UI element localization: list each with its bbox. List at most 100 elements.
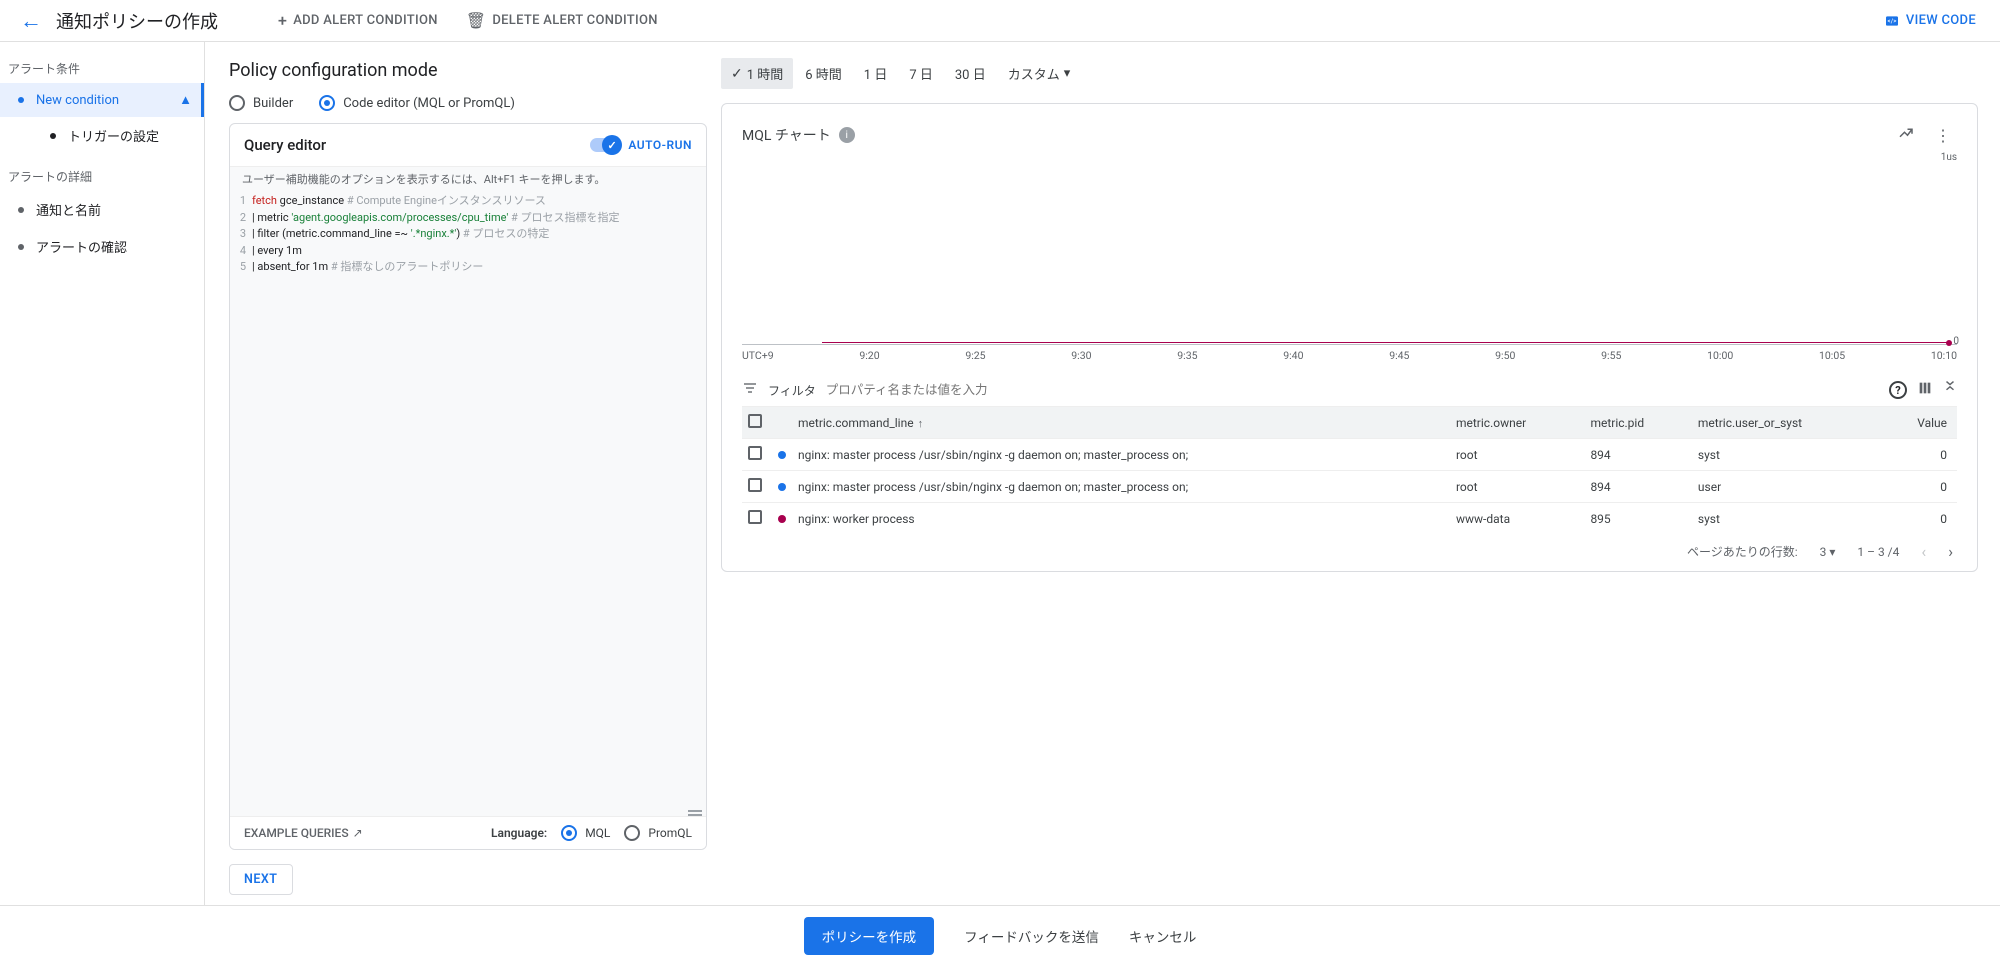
column-header[interactable]: metric.command_line↑ xyxy=(792,407,1450,439)
filter-label: フィルタ xyxy=(768,382,816,399)
bullet-icon xyxy=(18,207,24,213)
svg-text:</>: </> xyxy=(1887,18,1896,25)
data-table: metric.command_line↑metric.ownermetric.p… xyxy=(742,407,1957,534)
share-icon[interactable] xyxy=(1891,122,1921,148)
radio-code-editor[interactable]: Code editor (MQL or PromQL) xyxy=(319,95,515,111)
radio-icon xyxy=(624,825,640,841)
time-pill[interactable]: 1 日 xyxy=(854,58,898,89)
add-alert-condition-label: ADD ALERT CONDITION xyxy=(293,13,438,28)
time-pill[interactable]: 30 日 xyxy=(945,58,996,89)
sidebar-item-alert-confirm[interactable]: アラートの確認 xyxy=(0,228,204,265)
cell-owner: www-data xyxy=(1450,503,1584,535)
x-tick: 9:55 xyxy=(1601,349,1621,362)
sidebar-item-label: トリガーの設定 xyxy=(68,126,159,145)
x-tick: 10:00 xyxy=(1707,349,1733,362)
example-queries-link[interactable]: EXAMPLE QUERIES ↗ xyxy=(244,826,363,840)
sidebar-item-label: 通知と名前 xyxy=(36,200,101,219)
more-vert-icon[interactable]: ⋮ xyxy=(1929,124,1957,147)
code-line: 3| filter (metric.command_line =~ '.*ngi… xyxy=(230,226,706,243)
rows-per-page-value: 3 xyxy=(1820,545,1827,559)
cell-user-or-syst: syst xyxy=(1692,439,1882,471)
pager-next-icon[interactable]: › xyxy=(1948,542,1953,561)
cell-user-or-syst: syst xyxy=(1692,503,1882,535)
time-range-selector: ✓1 時間6 時間1 日7 日30 日カスタム ▾ xyxy=(721,58,1978,89)
delete-alert-condition-button[interactable]: 🗑 DELETE ALERT CONDITION xyxy=(466,11,658,30)
series-color-icon xyxy=(778,515,786,523)
sidebar-section-details: アラートの詳細 xyxy=(0,164,204,191)
back-arrow-icon[interactable]: ← xyxy=(20,8,42,34)
pager-prev-icon[interactable]: ‹ xyxy=(1921,542,1926,561)
series-color-icon xyxy=(778,483,786,491)
checkbox[interactable] xyxy=(748,446,762,460)
sidebar-item-new-condition[interactable]: New condition ▲ xyxy=(0,83,204,117)
sidebar-item-notification-name[interactable]: 通知と名前 xyxy=(0,191,204,228)
autorun-toggle[interactable]: ✓ AUTO-RUN xyxy=(590,138,692,152)
columns-icon[interactable] xyxy=(1917,380,1933,400)
radio-icon xyxy=(319,95,335,111)
accessibility-hint: ユーザー補助機能のオプションを表示するには、Alt+F1 キーを押します。 xyxy=(230,166,706,191)
rows-per-page-select[interactable]: 3 ▾ xyxy=(1820,545,1836,559)
column-header[interactable]: metric.user_or_syst xyxy=(1692,407,1882,439)
query-editor-title: Query editor xyxy=(244,136,326,154)
example-queries-label: EXAMPLE QUERIES xyxy=(244,826,349,840)
chart-plot[interactable]: 0 xyxy=(742,167,1957,345)
cancel-button[interactable]: キャンセル xyxy=(1129,926,1197,946)
table-row[interactable]: nginx: worker processwww-data895syst0 xyxy=(742,503,1957,535)
help-icon[interactable]: ? xyxy=(1889,381,1907,399)
collapse-icon[interactable] xyxy=(1943,381,1957,399)
top-header: ← 通知ポリシーの作成 + ADD ALERT CONDITION 🗑 DELE… xyxy=(0,0,2000,42)
x-tick: 9:35 xyxy=(1177,349,1197,362)
next-button[interactable]: NEXT xyxy=(229,864,293,895)
chart-card: MQL チャート i ⋮ 1us 0 UTC+99:209:259:309:35… xyxy=(721,103,1978,572)
column-header[interactable]: Value xyxy=(1882,407,1957,439)
cell-value: 0 xyxy=(1882,471,1957,503)
time-pill[interactable]: ✓1 時間 xyxy=(721,58,793,89)
footer: ポリシーを作成 フィードバックを送信 キャンセル xyxy=(0,905,2000,965)
x-axis: UTC+99:209:259:309:359:409:459:509:5510:… xyxy=(742,345,1957,372)
switch-icon: ✓ xyxy=(590,138,620,152)
sidebar-item-label: アラートの確認 xyxy=(36,237,127,256)
radio-builder[interactable]: Builder xyxy=(229,95,293,111)
table-row[interactable]: nginx: master process /usr/sbin/nginx -g… xyxy=(742,471,1957,503)
cell-user-or-syst: user xyxy=(1692,471,1882,503)
radio-label: Builder xyxy=(253,96,293,111)
column-header[interactable]: metric.owner xyxy=(1450,407,1584,439)
trash-icon: 🗑 xyxy=(466,11,487,30)
cell-pid: 894 xyxy=(1584,439,1691,471)
cell-pid: 894 xyxy=(1584,471,1691,503)
checkbox[interactable] xyxy=(748,414,762,428)
radio-lang-promql[interactable]: PromQL xyxy=(624,825,692,841)
time-pill[interactable]: 6 時間 xyxy=(795,58,852,89)
filter-input[interactable] xyxy=(826,383,1046,398)
radio-icon xyxy=(229,95,245,111)
send-feedback-button[interactable]: フィードバックを送信 xyxy=(964,926,1099,946)
sidebar-item-trigger-config[interactable]: トリガーの設定 xyxy=(0,117,204,154)
radio-label: MQL xyxy=(585,826,610,840)
external-link-icon: ↗ xyxy=(353,826,363,840)
cell-command-line: nginx: master process /usr/sbin/nginx -g… xyxy=(792,471,1450,503)
info-icon[interactable]: i xyxy=(839,127,855,143)
column-header[interactable]: metric.pid xyxy=(1584,407,1691,439)
sidebar-item-label: New condition xyxy=(36,93,119,108)
sort-asc-icon: ↑ xyxy=(918,417,924,430)
checkbox[interactable] xyxy=(748,478,762,492)
rows-per-page-label: ページあたりの行数: xyxy=(1687,543,1798,560)
series-color-icon xyxy=(778,451,786,459)
create-policy-button[interactable]: ポリシーを作成 xyxy=(804,917,935,955)
radio-lang-mql[interactable]: MQL xyxy=(561,825,610,841)
time-pill[interactable]: カスタム ▾ xyxy=(998,58,1081,89)
time-pill[interactable]: 7 日 xyxy=(899,58,943,89)
view-code-button[interactable]: </> VIEW CODE xyxy=(1884,13,1976,29)
cell-value: 0 xyxy=(1882,503,1957,535)
x-tick: 10:05 xyxy=(1819,349,1845,362)
code-editor[interactable]: 1fetch gce_instance # Compute Engineインスタ… xyxy=(230,191,706,816)
chevron-up-icon[interactable]: ▲ xyxy=(179,92,192,108)
y-axis-zero: 0 xyxy=(1953,336,1959,347)
checkbox[interactable] xyxy=(748,510,762,524)
add-alert-condition-button[interactable]: + ADD ALERT CONDITION xyxy=(278,11,438,30)
plus-icon: + xyxy=(278,11,287,30)
cell-owner: root xyxy=(1450,471,1584,503)
cell-owner: root xyxy=(1450,439,1584,471)
table-row[interactable]: nginx: master process /usr/sbin/nginx -g… xyxy=(742,439,1957,471)
filter-icon[interactable] xyxy=(742,380,758,400)
